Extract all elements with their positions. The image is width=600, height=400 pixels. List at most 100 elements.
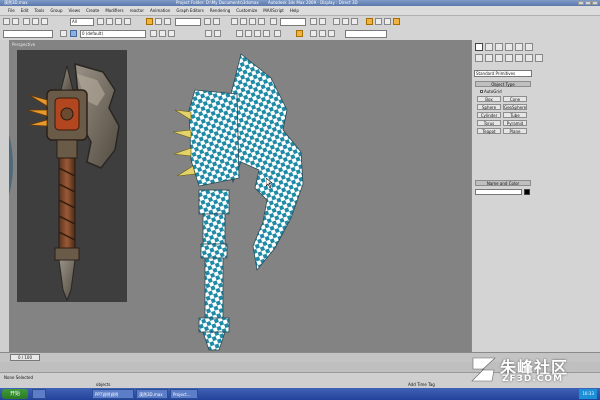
axis-constraints-icon[interactable] [236, 30, 243, 37]
selection-region-icon[interactable] [115, 18, 122, 25]
perspective-viewport[interactable]: Perspective [9, 40, 471, 352]
material-editor-icon[interactable] [366, 18, 373, 25]
taskbar-item-ppt[interactable]: PPT说明说明 [92, 389, 134, 399]
autogrid-checkbox[interactable]: AutoGrid [480, 89, 502, 94]
menu-group[interactable]: Group [50, 8, 62, 13]
cylinder-button[interactable]: Cylinder [477, 112, 501, 118]
utilities-tab[interactable] [525, 43, 533, 51]
taskbar-item-max[interactable]: 漠然3D.max [136, 389, 168, 399]
axis-y-icon[interactable] [254, 30, 261, 37]
sphere-render-icon[interactable] [296, 30, 303, 37]
display-tab[interactable] [515, 43, 523, 51]
menu-tools[interactable]: Tools [34, 8, 44, 13]
helpers-icon[interactable] [515, 54, 523, 62]
named-selection-icon[interactable] [270, 18, 277, 25]
pyramid-button[interactable]: Pyramid [503, 120, 527, 126]
select-object-icon[interactable] [97, 18, 104, 25]
window-crossing-icon[interactable] [124, 18, 131, 25]
snaps-toggle-icon[interactable] [231, 18, 238, 25]
hierarchy-tab[interactable] [495, 43, 503, 51]
modify-tab[interactable] [485, 43, 493, 51]
align-icon[interactable] [319, 18, 326, 25]
object-type-rollout[interactable]: Object Type [475, 81, 531, 87]
reference-coordinate-dropdown[interactable] [175, 18, 201, 26]
select-by-name-icon[interactable] [106, 18, 113, 25]
redo-icon[interactable] [12, 18, 19, 25]
link-icon[interactable] [23, 18, 30, 25]
reactor-analyze-icon[interactable] [328, 30, 335, 37]
menu-rendering[interactable]: Rendering [210, 8, 230, 13]
unlink-icon[interactable] [32, 18, 39, 25]
percent-snap-icon[interactable] [249, 18, 256, 25]
taskbar-item-project[interactable]: Project... [170, 389, 198, 399]
maximize-button[interactable] [585, 1, 591, 5]
layer-dropdown[interactable]: 0 (default) [80, 30, 146, 38]
reactor-dropdown[interactable] [345, 30, 387, 38]
space-warps-icon[interactable] [525, 54, 533, 62]
menu-file[interactable]: File [8, 8, 15, 13]
mirror-icon[interactable] [310, 18, 317, 25]
start-button[interactable]: 开始 [2, 389, 28, 399]
menu-customize[interactable]: Customize [236, 8, 257, 13]
angle-snap-icon[interactable] [240, 18, 247, 25]
torus-button[interactable]: Torus [477, 120, 501, 126]
render-production-icon[interactable] [393, 18, 400, 25]
systems-icon[interactable] [535, 54, 543, 62]
geosphere-button[interactable]: GeoSphere [503, 104, 527, 110]
select-layer-icon[interactable] [168, 30, 175, 37]
reactor-icon[interactable] [310, 30, 317, 37]
menu-create[interactable]: Create [86, 8, 99, 13]
minimize-button[interactable] [578, 1, 584, 5]
menu-maxscript[interactable]: MAXScript [263, 8, 284, 13]
plane-button[interactable]: Plane [503, 128, 527, 134]
spinner-snap-icon[interactable] [258, 18, 265, 25]
menu-help[interactable]: Help [290, 8, 299, 13]
autogrid-checkbox-box[interactable] [480, 90, 483, 93]
freeze-icon[interactable] [70, 30, 77, 37]
cone-button[interactable]: Cone [503, 96, 527, 102]
menu-edit[interactable]: Edit [21, 8, 29, 13]
axis-xy-icon[interactable] [274, 30, 281, 37]
axis-x-icon[interactable] [245, 30, 252, 37]
undo-icon[interactable] [3, 18, 10, 25]
menu-modifiers[interactable]: Modifiers [105, 8, 123, 13]
manipulate-icon[interactable] [213, 18, 220, 25]
teapot-button[interactable]: Teapot [477, 128, 501, 134]
box-button[interactable]: Box [477, 96, 501, 102]
rendered-frame-window-icon[interactable] [384, 18, 391, 25]
extras-icon[interactable] [205, 30, 212, 37]
bind-space-warp-icon[interactable] [41, 18, 48, 25]
cameras-icon[interactable] [505, 54, 513, 62]
move-icon[interactable] [146, 18, 153, 25]
primitive-category-dropdown[interactable]: Standard Primitives [474, 70, 532, 77]
taskbar-item-quicklaunch[interactable] [32, 389, 46, 399]
layer-manager-icon[interactable] [333, 18, 340, 25]
pivot-center-icon[interactable] [204, 18, 211, 25]
object-color-swatch[interactable] [524, 189, 530, 195]
menu-graph-editors[interactable]: Graph Editors [176, 8, 203, 13]
name-and-color-rollout[interactable]: Name and Color [475, 180, 531, 186]
layer-icon[interactable] [60, 30, 67, 37]
geometry-icon[interactable] [475, 54, 483, 62]
time-slider[interactable]: 0 / 100 [10, 354, 40, 361]
close-button[interactable] [592, 1, 598, 5]
curve-editor-icon[interactable] [342, 18, 349, 25]
viewport-label[interactable]: Perspective [12, 42, 35, 47]
lights-icon[interactable] [495, 54, 503, 62]
scale-icon[interactable] [164, 18, 171, 25]
create-layer-icon[interactable] [150, 30, 157, 37]
shapes-icon[interactable] [485, 54, 493, 62]
menu-reactor[interactable]: reactor [130, 8, 144, 13]
create-tab[interactable] [475, 43, 483, 51]
add-time-tag[interactable]: Add Time Tag [408, 382, 435, 387]
menu-animation[interactable]: Animation [150, 8, 170, 13]
motion-tab[interactable] [505, 43, 513, 51]
selection-filter-dropdown[interactable]: All [70, 18, 94, 26]
menu-views[interactable]: Views [69, 8, 81, 13]
reactor-preview-icon[interactable] [319, 30, 326, 37]
workspace-dropdown[interactable] [3, 30, 53, 38]
axis-z-icon[interactable] [263, 30, 270, 37]
render-setup-icon[interactable] [375, 18, 382, 25]
object-name-field[interactable] [475, 189, 522, 195]
named-selection-dropdown[interactable] [280, 18, 306, 26]
